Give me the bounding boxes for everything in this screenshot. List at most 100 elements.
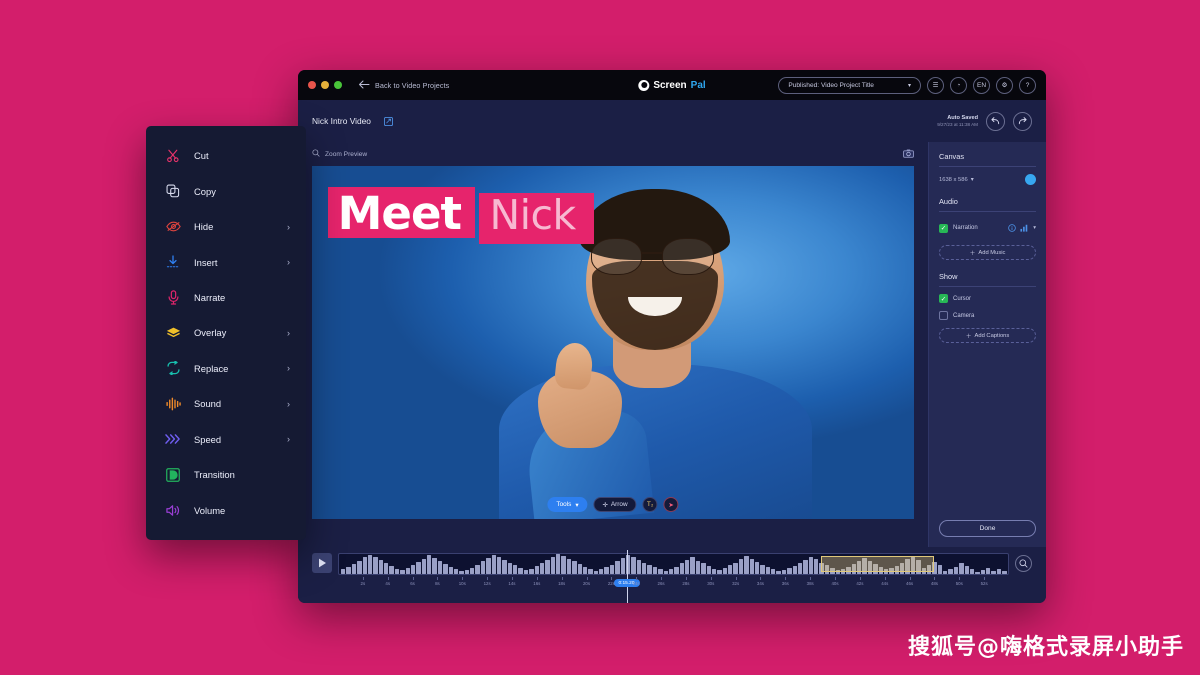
waveform-bar [599, 569, 604, 574]
settings-gear-icon[interactable]: ⚙ [996, 76, 1013, 94]
waveform-bar [491, 554, 496, 574]
chevron-right-icon: › [287, 221, 290, 232]
waveform-bar [642, 562, 647, 574]
maximize-window-button[interactable] [334, 81, 342, 89]
waveform-bar [437, 560, 443, 574]
waveform-bar [529, 568, 534, 574]
cursor-checkbox[interactable]: ✓ [939, 294, 948, 303]
waveform-bar [432, 558, 437, 574]
chevron-right-icon: › [287, 257, 290, 268]
back-to-video-projects-link[interactable]: Back to Video Projects [358, 80, 449, 90]
waveform-bar [556, 554, 561, 574]
context-menu-item-narrate[interactable]: Narrate [146, 283, 306, 313]
ruler-tick [760, 577, 762, 580]
insert-icon [164, 255, 182, 269]
cursor-tool-icon[interactable]: ➤ [663, 497, 679, 512]
ruler-tick [437, 577, 439, 580]
waveform-bar [658, 569, 663, 574]
context-menu-item-transition[interactable]: Transition [146, 460, 306, 490]
ruler-tick-label: 34s [756, 581, 765, 586]
ruler-tick-label: 16s [533, 581, 541, 586]
properties-panel: Canvas 1638 x 586 ▾ Audio ✓ Narration ▾ … [928, 142, 1046, 547]
waveform-bar [969, 568, 975, 574]
info-icon[interactable] [1008, 219, 1016, 237]
context-menu-item-cut[interactable]: Cut [146, 141, 306, 171]
add-music-button[interactable]: ＋ Add Music [939, 245, 1036, 260]
waveform-bar [668, 568, 674, 574]
canvas-size-dropdown[interactable]: 1638 x 586 ▾ [939, 177, 974, 183]
play-button[interactable] [312, 553, 332, 573]
waveform-bar [416, 562, 421, 574]
ruler-tick [362, 577, 364, 580]
waveform-bar [357, 560, 362, 574]
undo-button[interactable] [986, 111, 1005, 131]
timeline-zoom-icon[interactable] [1015, 555, 1032, 572]
waveform-bar [674, 566, 679, 574]
context-menu-item-insert[interactable]: Insert › [146, 247, 306, 277]
project-header-bar: Nick Intro Video Auto Saved 9/27/23 at 1… [298, 100, 1046, 142]
ruler-tick [735, 577, 737, 580]
show-heading: Show [939, 272, 958, 281]
context-menu-item-replace[interactable]: Replace › [146, 353, 306, 383]
export-icon[interactable]: ☰ [927, 76, 944, 94]
camera-checkbox[interactable] [939, 311, 948, 320]
timeline-track-area[interactable]: 0:15.20 2s 4s 6s 8s 10s 12s 14s 16s 18s 20s 22s 24s… [338, 550, 1009, 603]
add-arrow-button[interactable]: ✛ Arrow [593, 497, 637, 512]
ruler-tick-label: 26s [657, 581, 665, 586]
waveform-bar [351, 564, 357, 574]
add-arrow-label: Arrow [610, 501, 628, 508]
context-menu-item-speed[interactable]: Speed › [146, 424, 306, 454]
watermark-text: 搜狐号@嗨格式录屏小助手 [907, 635, 1184, 660]
waveform-bar [701, 563, 706, 574]
waveform-bar [959, 563, 964, 574]
subject-glasses-left [590, 238, 643, 276]
waveform-bar [717, 570, 722, 574]
add-captions-label: Add Captions [974, 332, 1010, 339]
waveform-bar [513, 565, 518, 574]
video-preview-canvas[interactable]: Meet Nick Tools ▾ ✛ Arrow T₂ ➤ [312, 166, 914, 519]
waveform-bar [577, 564, 582, 574]
waveform-bar [937, 564, 942, 574]
tools-dropdown-button[interactable]: Tools ▾ [547, 497, 588, 512]
speaker-icon [164, 504, 182, 517]
minimize-window-button[interactable] [321, 81, 329, 89]
selected-clip-highlight[interactable] [820, 556, 935, 572]
text-tool-glyph: T₂ [646, 501, 654, 508]
add-captions-button[interactable]: ＋ Add Captions [939, 328, 1036, 343]
context-menu-item-overlay[interactable]: Overlay › [146, 318, 306, 348]
waveform-bar [695, 560, 701, 574]
text-tool-icon[interactable]: T₂ [642, 497, 658, 512]
screenshot-camera-icon[interactable] [903, 149, 914, 160]
waveform-bar [373, 557, 378, 574]
waveform-bar [475, 564, 480, 574]
context-menu-item-sound[interactable]: Sound › [146, 389, 306, 419]
close-window-button[interactable] [308, 81, 316, 89]
language-button[interactable]: EN [973, 76, 990, 94]
waveform-bar [539, 563, 545, 574]
waveform-bar [991, 570, 996, 574]
waveform-bar [706, 566, 711, 574]
context-menu-item-volume[interactable]: Volume [146, 495, 306, 525]
audio-waveform-track[interactable] [338, 553, 1009, 575]
waveform-bar [470, 568, 475, 574]
context-menu-item-label: Cut [194, 150, 209, 162]
history-icon[interactable]: ◔ [950, 76, 967, 94]
published-project-dropdown[interactable]: Published: Video Project Title ▾ [778, 76, 921, 94]
redo-button[interactable] [1013, 111, 1032, 131]
done-button[interactable]: Done [939, 520, 1036, 537]
narration-checkbox[interactable]: ✓ [939, 223, 948, 233]
chevron-down-icon[interactable]: ▾ [1033, 225, 1036, 231]
help-icon[interactable]: ? [1019, 76, 1036, 94]
canvas-background-color-swatch[interactable] [1025, 174, 1036, 185]
context-menu-item-hide[interactable]: Hide › [146, 212, 306, 242]
brand-name-first: Screen [653, 79, 687, 91]
edit-project-name-icon[interactable] [383, 116, 393, 126]
waveform-bar [507, 562, 512, 574]
project-title: Nick Intro Video [312, 116, 371, 126]
ruler-tick [462, 577, 464, 580]
context-menu-item-copy[interactable]: Copy [146, 176, 306, 206]
waveform-bar [620, 558, 625, 574]
waveform-bar [604, 567, 609, 574]
audio-levels-icon[interactable] [1020, 219, 1029, 237]
video-title-graphic: Meet Nick [327, 187, 594, 245]
